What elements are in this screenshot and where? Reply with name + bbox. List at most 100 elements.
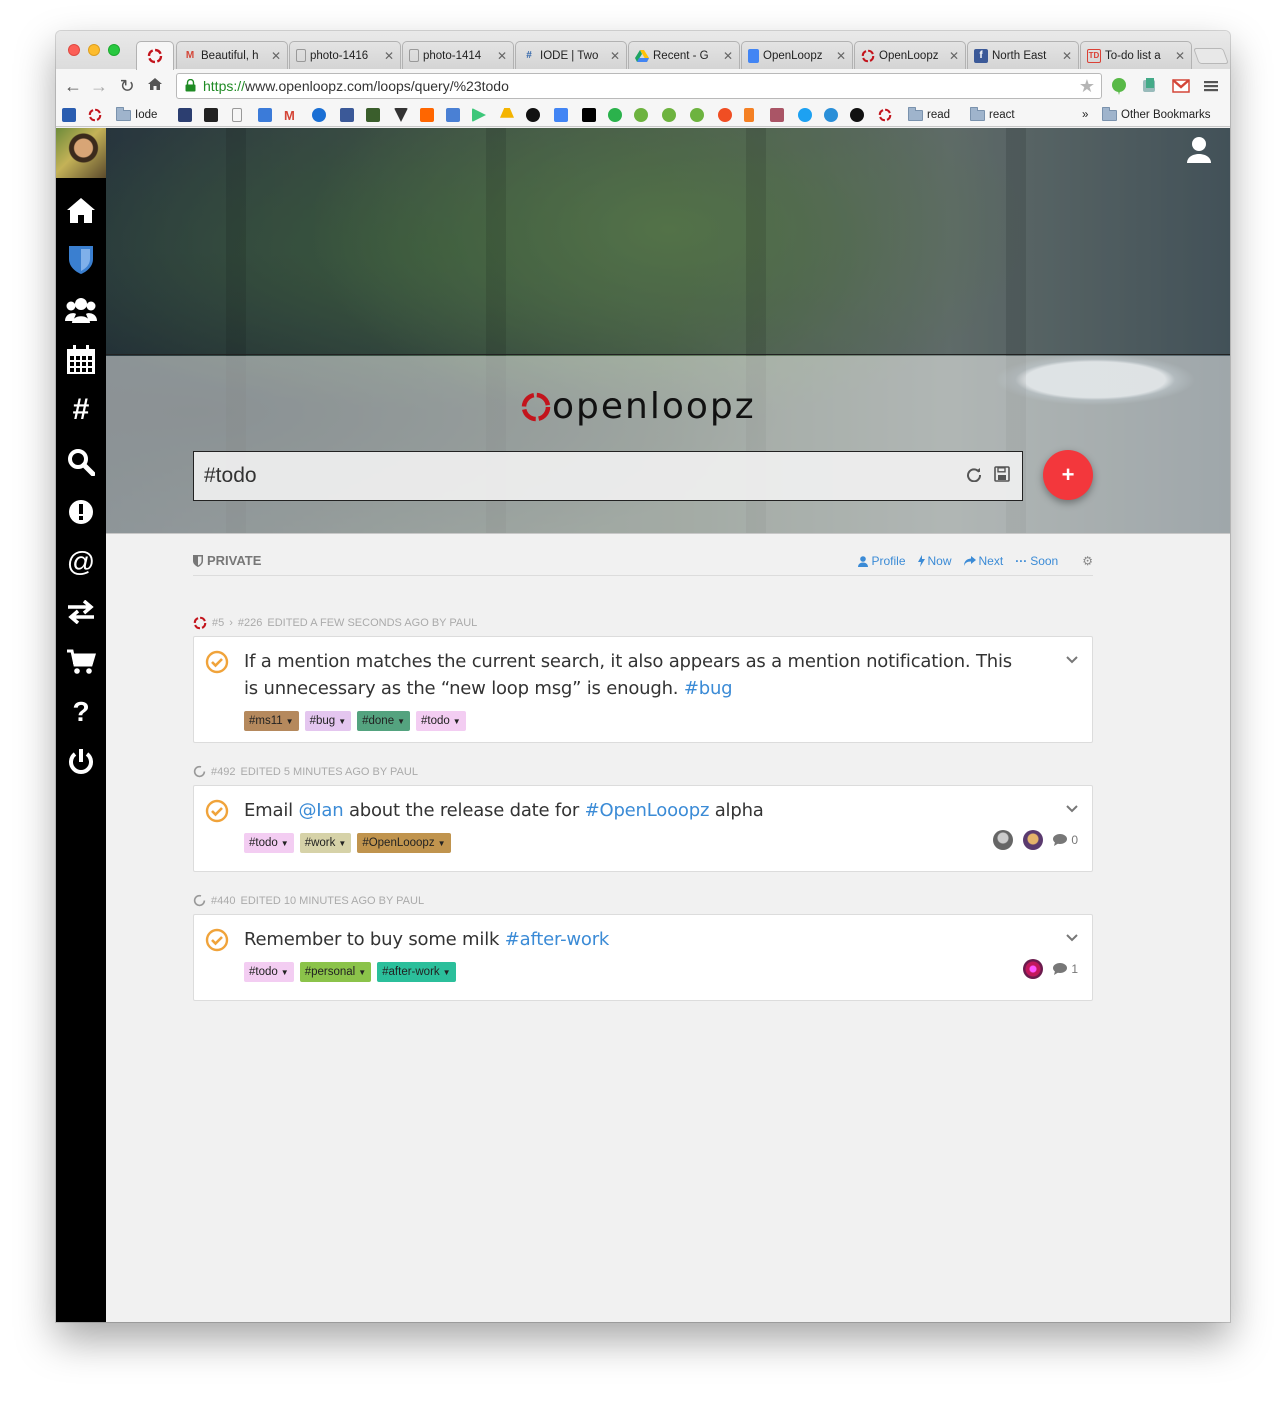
sidebar-item-calendar[interactable] [65, 344, 97, 376]
bookmark-item[interactable] [394, 107, 408, 123]
tag-pill[interactable]: #done ▼ [357, 711, 411, 731]
now-link[interactable]: Now [917, 554, 952, 568]
sidebar-item-hashtags[interactable]: # [65, 393, 97, 426]
home-icon[interactable] [144, 76, 166, 96]
bookmark-item[interactable] [178, 107, 192, 123]
bookmark-star-icon[interactable]: ★ [1079, 76, 1095, 97]
profile-link[interactable]: Profile [858, 554, 906, 568]
sidebar-item-logout[interactable] [65, 746, 97, 778]
tab-8[interactable]: TD To-do list a ✕ [1080, 41, 1192, 69]
close-tab-icon[interactable]: ✕ [497, 49, 507, 63]
tag-pill[interactable]: #todo ▼ [244, 962, 294, 982]
tab-5[interactable]: OpenLoopz ✕ [741, 41, 853, 69]
tab-3[interactable]: # IODE | Two ✕ [515, 41, 627, 69]
sidebar-item-home[interactable] [65, 194, 97, 226]
close-tab-icon[interactable]: ✕ [1175, 49, 1185, 63]
sidebar-item-private[interactable] [65, 244, 97, 276]
tab-2[interactable]: photo-1414 ✕ [402, 41, 514, 69]
search-input[interactable]: #todo [193, 451, 1023, 501]
bookmark-folder-react[interactable]: react [970, 106, 1015, 123]
bookmark-item[interactable] [662, 107, 676, 123]
check-circle-icon[interactable] [205, 650, 229, 674]
user-icon[interactable] [1186, 136, 1212, 164]
bookmark-stackoverflow[interactable] [744, 107, 754, 123]
bookmark-folder-other[interactable]: Other Bookmarks [1102, 106, 1210, 123]
avatar[interactable] [993, 830, 1014, 850]
minimize-window-button[interactable] [88, 44, 100, 56]
bookmark-play[interactable] [472, 107, 486, 123]
extension-icon[interactable] [1140, 77, 1158, 95]
bookmark-github[interactable] [850, 107, 864, 123]
reload-icon[interactable]: ↻ [116, 76, 138, 96]
bookmark-facebook[interactable] [340, 107, 354, 123]
tag-pill[interactable]: #OpenLooopz ▼ [357, 833, 451, 853]
loop-card[interactable]: If a mention matches the current search,… [193, 636, 1093, 743]
bookmark-docs[interactable] [554, 107, 568, 123]
bookmark-item[interactable] [770, 107, 784, 123]
bookmark-item[interactable] [62, 107, 76, 123]
loop-card[interactable]: Remember to buy some milk #after-work #t… [193, 914, 1093, 1001]
tab-7[interactable]: f North East ✕ [967, 41, 1079, 69]
tab-0[interactable]: M Beautiful, h ✕ [176, 41, 288, 69]
sidebar-item-team[interactable] [65, 294, 97, 326]
bookmark-medium[interactable] [582, 107, 596, 123]
sidebar-item-cart[interactable] [65, 646, 97, 678]
comment-count[interactable]: 0 [1053, 833, 1078, 847]
avatar[interactable] [56, 128, 106, 178]
tag-pill[interactable]: #ms11 ▼ [244, 711, 299, 731]
close-tab-icon[interactable]: ✕ [836, 49, 846, 63]
sidebar-item-transfer[interactable] [65, 596, 97, 628]
bookmark-item[interactable] [634, 107, 648, 123]
tag-pill[interactable]: #personal ▼ [299, 962, 372, 982]
bookmark-item[interactable] [718, 107, 732, 123]
loop-parent-link[interactable]: #5 [212, 617, 224, 629]
avatar[interactable] [1023, 959, 1044, 979]
loop-id[interactable]: #226 [238, 617, 262, 629]
sidebar-item-alerts[interactable] [65, 496, 97, 528]
bookmark-item[interactable] [232, 107, 242, 123]
check-circle-icon[interactable] [205, 928, 229, 952]
forward-arrow-icon[interactable]: → [88, 76, 110, 96]
tab-openloopz-pinned[interactable] [136, 41, 174, 70]
evernote-extension-icon[interactable] [1110, 77, 1128, 95]
close-tab-icon[interactable]: ✕ [610, 49, 620, 63]
new-tab-button[interactable] [1193, 48, 1229, 64]
bookmark-item[interactable] [258, 107, 272, 123]
bookmark-feedly[interactable] [608, 107, 622, 123]
tab-4[interactable]: Recent - G ✕ [628, 41, 740, 69]
back-arrow-icon[interactable]: ← [62, 76, 84, 96]
menu-icon[interactable] [1202, 77, 1220, 95]
chevron-down-icon[interactable] [1066, 929, 1078, 947]
bookmark-item[interactable] [204, 107, 218, 123]
loop-id[interactable]: #492 [211, 766, 235, 778]
bookmark-folder-read[interactable]: read [908, 106, 950, 123]
bookmark-item[interactable] [312, 107, 326, 123]
check-circle-icon[interactable] [205, 799, 229, 823]
bookmark-drive[interactable] [500, 107, 514, 123]
save-icon[interactable] [994, 466, 1010, 482]
tag-pill[interactable]: #after-work ▼ [377, 962, 456, 982]
inline-hashtag-link[interactable]: #after-work [505, 929, 610, 950]
close-tab-icon[interactable]: ✕ [1062, 49, 1072, 63]
close-tab-icon[interactable]: ✕ [723, 49, 733, 63]
bookmark-item[interactable] [526, 107, 540, 123]
tag-pill[interactable]: #bug ▼ [304, 711, 352, 731]
sidebar-item-mentions[interactable]: @ [65, 546, 97, 578]
next-link[interactable]: Next [963, 554, 1003, 568]
bookmark-item[interactable] [366, 107, 380, 123]
close-tab-icon[interactable]: ✕ [271, 49, 281, 63]
loop-id[interactable]: #440 [211, 895, 235, 907]
tab-1[interactable]: photo-1416 ✕ [289, 41, 401, 69]
bookmark-twitter[interactable] [798, 107, 812, 123]
sidebar-item-search[interactable] [65, 446, 97, 478]
comment-count[interactable]: 1 [1053, 962, 1078, 976]
tag-pill[interactable]: #work ▼ [299, 833, 352, 853]
bookmark-item[interactable] [824, 107, 838, 123]
inline-hashtag-link[interactable]: #bug [684, 678, 733, 699]
soon-link[interactable]: ··· Soon [1015, 554, 1058, 568]
add-loop-button[interactable]: + [1043, 450, 1093, 500]
tag-pill[interactable]: #todo ▼ [416, 711, 466, 731]
loop-card[interactable]: Email @Ian about the release date for #O… [193, 785, 1093, 872]
bookmarks-overflow-button[interactable]: » [1082, 107, 1088, 123]
bookmark-openloopz[interactable] [88, 107, 102, 123]
